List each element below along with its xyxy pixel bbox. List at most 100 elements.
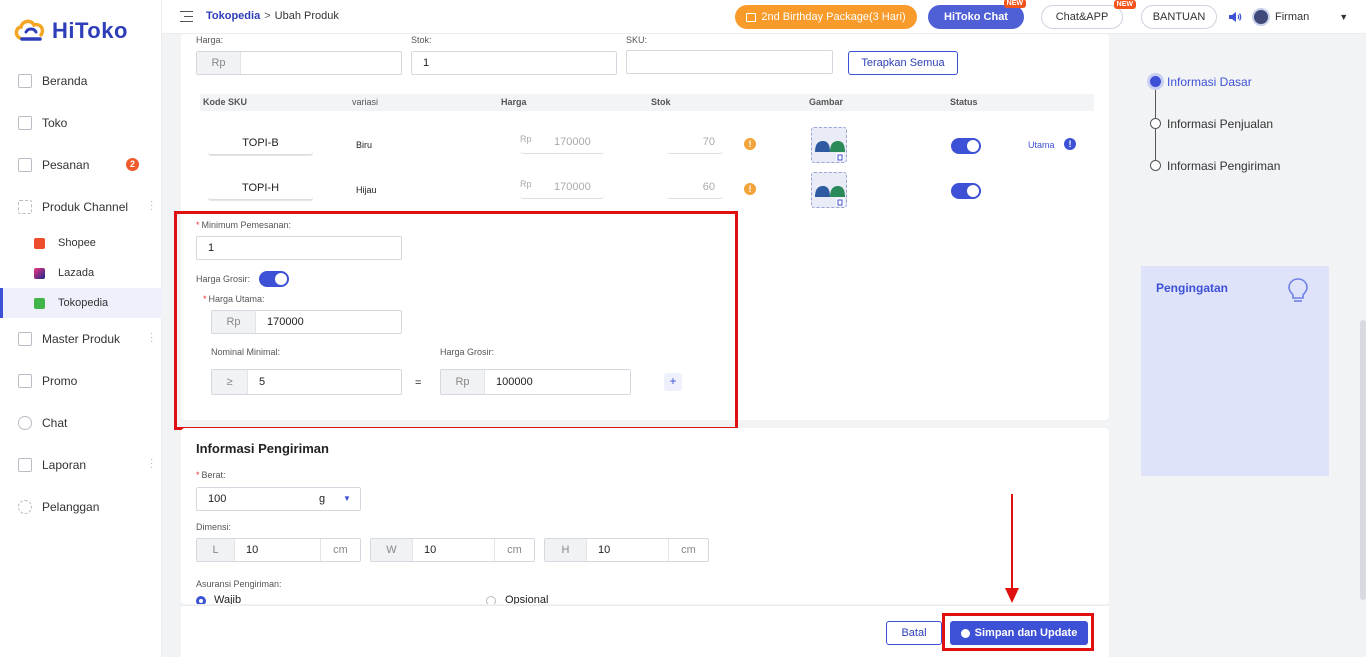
breadcrumb-root[interactable]: Tokopedia xyxy=(206,10,260,22)
price-value: 170000 xyxy=(554,136,591,148)
currency-prefix: Rp xyxy=(520,134,532,144)
sidebar-subitem-tokopedia[interactable]: Tokopedia xyxy=(0,288,162,318)
height-input[interactable]: H 10 cm xyxy=(544,538,709,562)
sidebar-subitem-shopee[interactable]: Shopee xyxy=(0,228,162,258)
users-icon xyxy=(18,500,32,514)
caret-down-icon[interactable]: ▼ xyxy=(343,494,351,503)
height-unit: cm xyxy=(668,539,708,561)
warning-icon[interactable]: ! xyxy=(744,138,756,150)
birthday-package-button[interactable]: 2nd Birthday Package(3 Hari) xyxy=(735,5,917,29)
cancel-label: Batal xyxy=(901,627,927,639)
shipping-info-card: Informasi Pengiriman * Berat: 100 g ▼ Dim… xyxy=(181,428,1109,604)
weight-value: 100 xyxy=(208,493,227,505)
width-input[interactable]: W 10 cm xyxy=(370,538,535,562)
chat-app-button[interactable]: Chat&APP NEW xyxy=(1041,0,1136,29)
sidebar-item-label: Chat xyxy=(42,416,68,430)
cap-image-icon xyxy=(815,141,845,161)
length-input[interactable]: L 10 cm xyxy=(196,538,361,562)
width-unit: cm xyxy=(494,539,534,561)
lazada-icon xyxy=(34,267,45,279)
price-input[interactable]: Rp 170000 xyxy=(520,175,604,199)
insurance-required-radio[interactable] xyxy=(196,596,206,604)
speaker-icon[interactable] xyxy=(1228,11,1242,23)
reminder-panel: Pengingatan xyxy=(1141,266,1329,476)
currency-addon: Rp xyxy=(197,52,241,74)
page-scrollbar[interactable] xyxy=(1360,320,1366,600)
sidebar-item-toko[interactable]: Toko xyxy=(0,102,162,144)
breadcrumb: Tokopedia > Ubah Produk xyxy=(180,10,339,22)
sidebar-item-chat[interactable]: Chat xyxy=(0,402,162,444)
status-toggle[interactable] xyxy=(951,183,981,199)
avatar[interactable] xyxy=(1252,8,1270,26)
red-arrow-annotation xyxy=(1005,494,1019,603)
menu-toggle-icon[interactable] xyxy=(180,10,193,22)
new-tag: NEW xyxy=(1113,0,1136,9)
weight-input[interactable]: 100 g ▼ xyxy=(196,487,361,511)
bulk-price-input[interactable]: Rp xyxy=(196,51,402,75)
sidebar-item-label: Promo xyxy=(42,374,78,388)
length-unit: cm xyxy=(320,539,360,561)
sidebar-item-produk-channel[interactable]: Produk Channel · · · xyxy=(0,186,162,228)
chat-icon xyxy=(18,416,32,430)
variant-image-thumb[interactable] xyxy=(811,172,847,208)
column-header: Gambar xyxy=(809,97,844,107)
orders-count-badge: 2 xyxy=(126,158,139,171)
sidebar-item-promo[interactable]: Promo xyxy=(0,360,162,402)
sidebar-item-label: Laporan xyxy=(42,458,87,472)
sidebar-subitem-lazada[interactable]: Lazada xyxy=(0,258,162,288)
cancel-button[interactable]: Batal xyxy=(886,621,942,645)
column-header: Kode SKU xyxy=(203,97,248,107)
more-dots-icon: · · · xyxy=(150,196,154,215)
apply-all-button[interactable]: Terapkan Semua xyxy=(848,51,958,75)
store-icon xyxy=(18,116,32,130)
breadcrumb-separator: > xyxy=(264,10,271,22)
monitor-icon xyxy=(18,74,32,88)
hitoko-chat-label: HiToko Chat xyxy=(944,11,1008,23)
sidebar-item-beranda[interactable]: Beranda xyxy=(0,60,162,102)
sidebar-nav: Beranda Toko Pesanan 2 Produk Channel · ·… xyxy=(0,60,162,528)
chevron-down-icon[interactable]: ▼ xyxy=(1339,12,1348,22)
sidebar: HiToko Beranda Toko Pesanan 2 Produk Cha… xyxy=(0,0,162,657)
sidebar-item-pesanan[interactable]: Pesanan 2 xyxy=(0,144,162,186)
stock-input[interactable]: 70 xyxy=(667,130,723,154)
bulk-sku-input[interactable] xyxy=(626,50,833,74)
grid-icon xyxy=(18,200,32,214)
sidebar-item-master-produk[interactable]: Master Produk · · · xyxy=(0,318,162,360)
user-menu[interactable]: Firman ▼ xyxy=(1228,8,1348,26)
variant-image-thumb[interactable] xyxy=(811,127,847,163)
sidebar-item-label: Master Produk xyxy=(42,332,121,346)
sku-code-input[interactable]: TOPI-B xyxy=(208,131,313,155)
bulk-stock-input[interactable]: 1 xyxy=(411,51,617,75)
logo[interactable]: HiToko xyxy=(14,18,128,44)
stock-value: 70 xyxy=(702,136,715,148)
sidebar-item-laporan[interactable]: Laporan · · · xyxy=(0,444,162,486)
price-input[interactable]: Rp 170000 xyxy=(520,130,604,154)
status-toggle[interactable] xyxy=(951,138,981,154)
height-value: 10 xyxy=(598,544,611,556)
sku-code-input[interactable]: TOPI-H xyxy=(208,176,313,200)
help-button[interactable]: BANTUAN xyxy=(1141,5,1217,29)
weight-unit-select[interactable]: g xyxy=(319,493,325,505)
step-basic-info[interactable]: Informasi Dasar xyxy=(1150,75,1252,89)
sidebar-item-label: Pesanan xyxy=(42,158,90,172)
sidebar-item-label: Toko xyxy=(42,116,68,130)
shipping-section-title: Informasi Pengiriman xyxy=(196,441,329,456)
step-sales-info[interactable]: Informasi Penjualan xyxy=(1150,117,1273,131)
warning-icon[interactable]: ! xyxy=(744,183,756,195)
sidebar-item-label: Produk Channel xyxy=(42,200,129,214)
insurance-label: Asuransi Pengiriman: xyxy=(196,579,282,589)
length-addon: L xyxy=(197,539,235,561)
stock-input[interactable]: 60 xyxy=(667,175,723,199)
step-shipping-info[interactable]: Informasi Pengiriman xyxy=(1150,159,1280,173)
sidebar-item-pelanggan[interactable]: Pelanggan xyxy=(0,486,162,528)
step-label: Informasi Dasar xyxy=(1167,75,1252,89)
column-header: Status xyxy=(950,97,978,107)
highlight-box-save xyxy=(942,613,1094,651)
promo-icon xyxy=(18,374,32,388)
column-header: variasi xyxy=(352,97,379,107)
logo-text: HiToko xyxy=(52,18,128,43)
insurance-optional-radio[interactable] xyxy=(486,596,496,604)
hitoko-chat-button[interactable]: HiToko Chat NEW xyxy=(928,0,1026,29)
more-dots-icon: · · · xyxy=(150,454,154,473)
info-icon[interactable]: ! xyxy=(1064,138,1076,150)
